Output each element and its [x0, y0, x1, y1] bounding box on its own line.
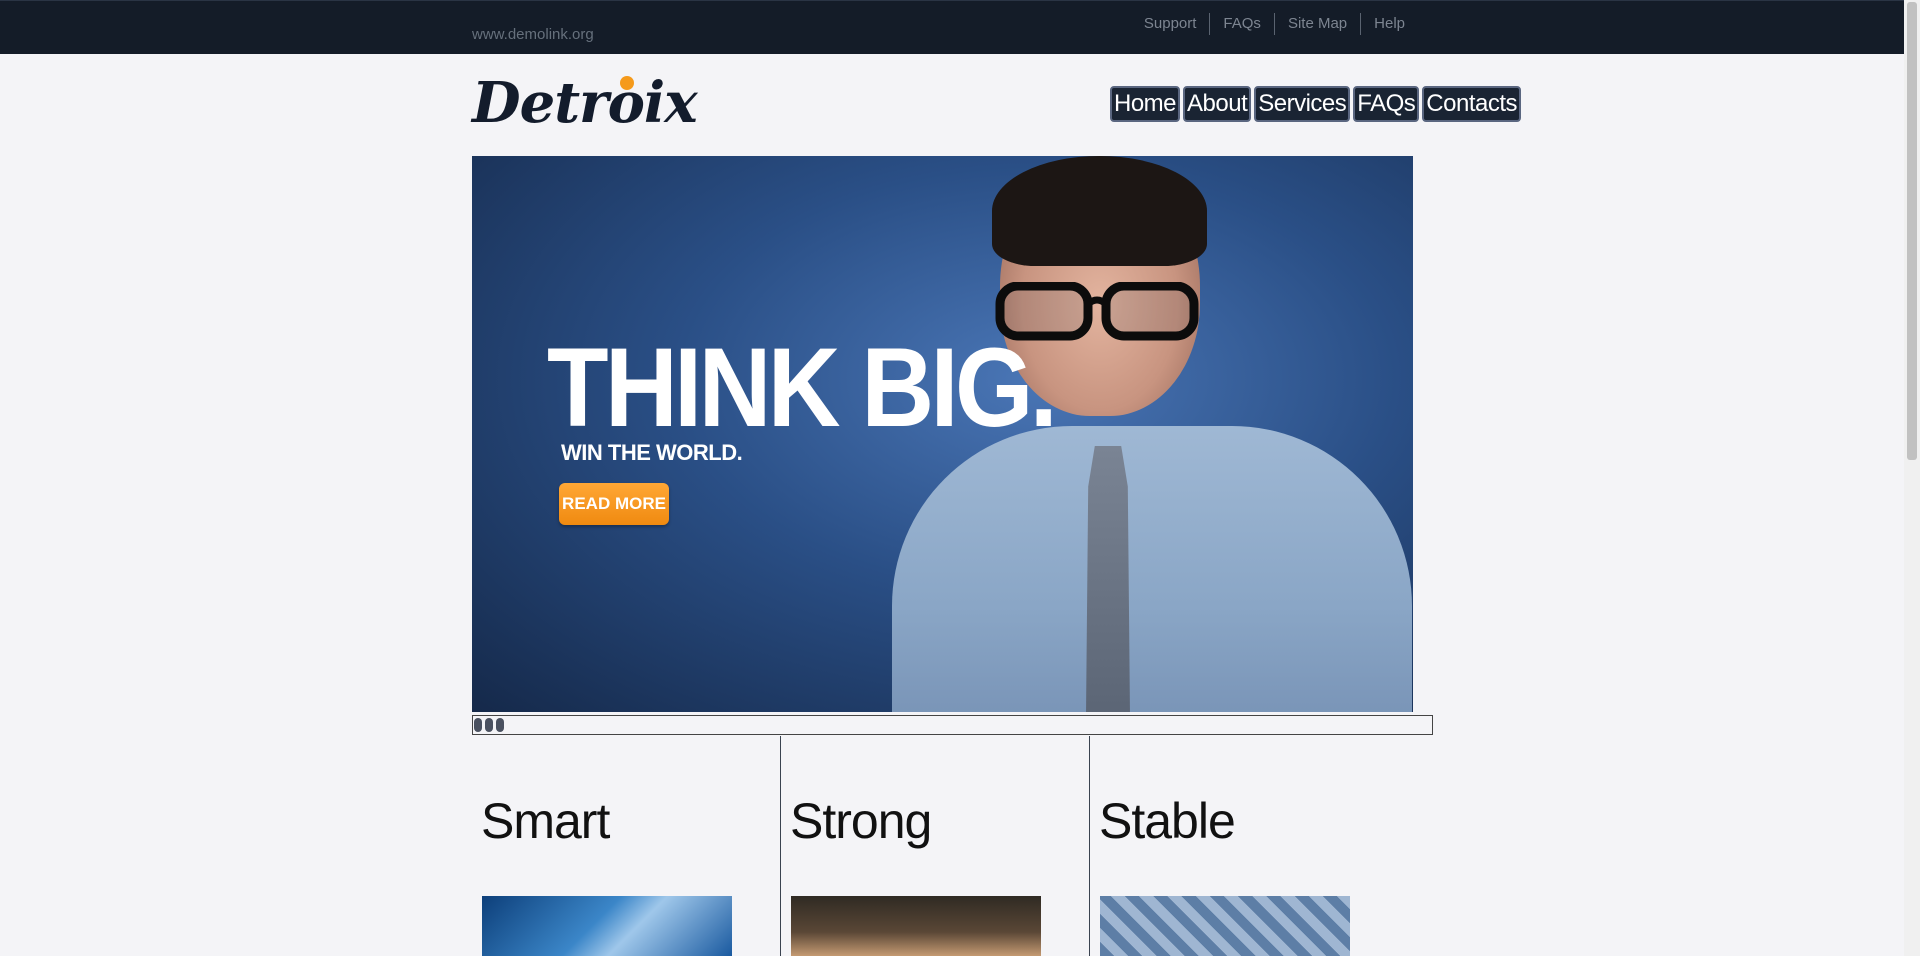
top-link-help[interactable]: Help	[1361, 13, 1418, 35]
top-bar: www.demolink.org Support FAQs Site Map H…	[0, 0, 1904, 54]
pager-dot[interactable]	[485, 718, 493, 732]
nav-services[interactable]: Services	[1254, 86, 1351, 122]
feature-title-stable: Stable	[1099, 793, 1236, 849]
column-divider	[780, 736, 781, 956]
hero-person-body	[892, 426, 1412, 712]
slide-subline: WIN THE WORLD.	[561, 440, 743, 465]
scrollbar-thumb[interactable]	[1907, 2, 1917, 460]
top-links: Support FAQs Site Map Help	[1131, 13, 1418, 35]
pager-dot[interactable]	[474, 718, 482, 732]
top-link-faqs[interactable]: FAQs	[1210, 13, 1274, 35]
column-divider	[1089, 736, 1090, 956]
hero-slider: THINK BIG. WIN THE WORLD. READ MORE	[472, 156, 1413, 712]
nav-contacts[interactable]: Contacts	[1422, 86, 1522, 122]
nav-about[interactable]: About	[1183, 86, 1252, 122]
site-logo[interactable]: Detroix	[472, 70, 698, 136]
main-nav: Home About Services FAQs Contacts	[1110, 86, 1522, 122]
read-more-button[interactable]: READ MORE	[559, 483, 669, 525]
slide-headline: THINK BIG.	[547, 325, 1058, 450]
plant-image[interactable]	[791, 896, 1041, 956]
top-link-support[interactable]: Support	[1131, 13, 1210, 35]
logo-dot-icon	[620, 76, 634, 90]
scrollbar[interactable]	[1904, 0, 1920, 956]
feature-title-smart: Smart	[481, 793, 610, 849]
pager-dot[interactable]	[496, 718, 504, 732]
hero-person-tie	[1086, 446, 1130, 712]
feature-title-strong: Strong	[790, 793, 932, 849]
nav-home[interactable]: Home	[1110, 86, 1181, 122]
maze-image[interactable]	[1100, 896, 1350, 956]
hero-person-hair	[992, 156, 1207, 266]
top-link-site-map[interactable]: Site Map	[1275, 13, 1360, 35]
nav-faqs[interactable]: FAQs	[1353, 86, 1420, 122]
site-url[interactable]: www.demolink.org	[472, 26, 594, 43]
puzzle-image[interactable]	[482, 896, 732, 956]
slider-pager	[472, 715, 1433, 735]
